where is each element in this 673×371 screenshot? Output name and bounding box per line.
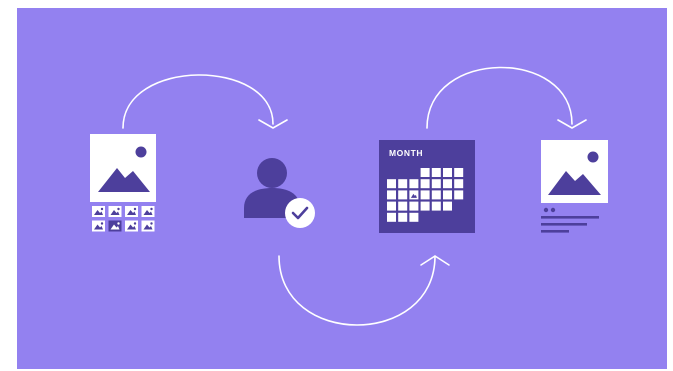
calendar-day: [420, 190, 430, 200]
image-post-icon: [541, 140, 608, 233]
calendar-day: [409, 201, 419, 211]
calendar-day: [443, 179, 452, 189]
calendar-day: [454, 190, 464, 200]
thumbnail: [92, 206, 105, 217]
calendar-day: [398, 201, 408, 211]
thumbnail: [125, 220, 138, 232]
calendar-day: [454, 179, 464, 189]
calendar-day: [387, 212, 396, 222]
thumbnail: [92, 220, 105, 232]
calendar-day: [443, 190, 452, 200]
thumbnail: [108, 206, 122, 217]
calendar-day: [420, 179, 430, 189]
thumbnail-grid: [92, 206, 155, 232]
thumbnail: [125, 206, 138, 217]
calendar-day: [431, 168, 441, 177]
user-check-icon: [244, 158, 315, 228]
calendar-day: [387, 179, 396, 189]
calendar-day: [387, 190, 396, 200]
diagram-canvas: MONTH: [90, 66, 608, 326]
calendar-month-icon: MONTH: [379, 140, 475, 233]
arrow-1-icon: [122, 74, 288, 129]
arrow-3-icon: [426, 66, 587, 129]
calendar-day: [431, 179, 441, 189]
calendar-day: [420, 201, 430, 211]
calendar-day: [398, 190, 408, 200]
calendar-day: [454, 168, 464, 177]
calendar-day: [398, 179, 408, 189]
calendar-day: [398, 212, 408, 222]
calendar-day: [409, 212, 419, 222]
arrow-2-icon: [278, 255, 450, 326]
thumbnail-selected: [108, 220, 122, 232]
calendar-month-label: MONTH: [389, 148, 423, 158]
calendar-day: [420, 168, 430, 177]
image-gallery-icon: [90, 134, 156, 202]
thumbnail: [141, 220, 155, 232]
calendar-day: [431, 201, 441, 211]
calendar-day: [443, 168, 452, 177]
calendar-day: [443, 201, 452, 211]
calendar-day: [409, 179, 419, 189]
workflow-diagram: MONTH: [17, 8, 667, 369]
calendar-day: [387, 201, 396, 211]
thumbnail: [141, 206, 155, 217]
calendar-day: [431, 190, 441, 200]
